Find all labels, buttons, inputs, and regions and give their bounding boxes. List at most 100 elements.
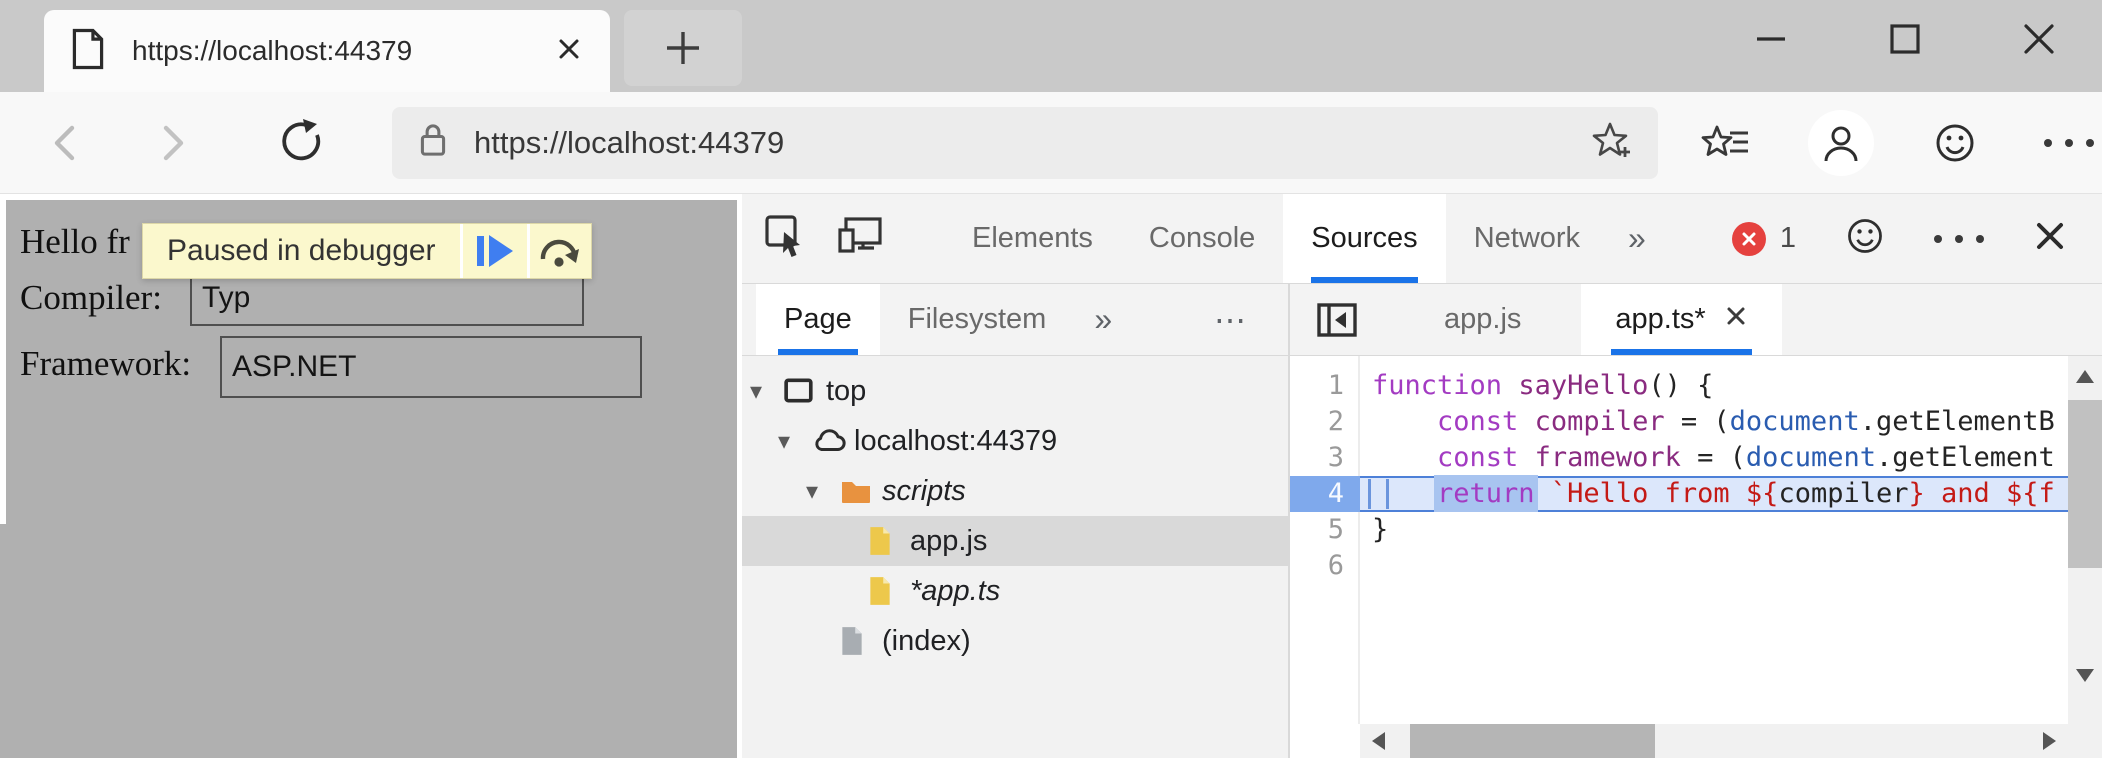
code-line[interactable]: const framework = (document.getElement bbox=[1360, 440, 2068, 476]
horizontal-scroll-thumb[interactable] bbox=[1410, 724, 1655, 758]
vertical-scroll-thumb[interactable] bbox=[2068, 400, 2102, 568]
sidebar-menu-icon[interactable]: ⋯ bbox=[1194, 284, 1288, 355]
devtools-menu-icon[interactable] bbox=[1934, 235, 1984, 243]
line-number[interactable]: 5 bbox=[1290, 512, 1360, 548]
code-line[interactable]: } bbox=[1360, 512, 2068, 548]
scroll-up-arrow[interactable] bbox=[2076, 370, 2094, 383]
tree-item-label: top bbox=[826, 375, 866, 408]
sidebar-tab-page[interactable]: Page bbox=[756, 284, 880, 355]
back-button[interactable] bbox=[44, 120, 90, 166]
tree-item-label: *app.ts bbox=[910, 575, 1000, 608]
line-number[interactable]: 3 bbox=[1290, 440, 1360, 476]
url-text[interactable]: https://localhost:44379 bbox=[474, 125, 1586, 161]
editor-tab-app.js[interactable]: app.js bbox=[1410, 284, 1555, 355]
code-line[interactable]: const compiler = (document.getElementB bbox=[1360, 404, 2068, 440]
line-number[interactable]: 1 bbox=[1290, 368, 1360, 404]
sources-panel: PageFilesystem » ⋯ ▾top▾localhost:44379▾… bbox=[742, 284, 2102, 758]
minimize-button[interactable] bbox=[1748, 16, 1794, 62]
framework-input[interactable]: ASP.NET bbox=[220, 336, 642, 398]
code-token: compiler bbox=[1778, 478, 1908, 509]
tab-close-icon[interactable] bbox=[554, 34, 584, 69]
devtools-tab-console[interactable]: Console bbox=[1121, 194, 1283, 283]
browser-tab[interactable]: https://localhost:44379 bbox=[44, 10, 610, 92]
refresh-button[interactable] bbox=[276, 118, 326, 168]
sidebar-tab-filesystem[interactable]: Filesystem bbox=[880, 284, 1075, 355]
maximize-button[interactable] bbox=[1882, 16, 1928, 62]
scrollbar-corner bbox=[2068, 724, 2102, 758]
vertical-scrollbar[interactable] bbox=[2068, 356, 2102, 724]
code-token bbox=[1518, 442, 1534, 473]
resume-icon bbox=[477, 235, 513, 267]
sidebar-tabbar: PageFilesystem » ⋯ bbox=[742, 284, 1288, 356]
new-tab-button[interactable] bbox=[624, 10, 742, 86]
sidebar-tabs: PageFilesystem bbox=[756, 284, 1074, 355]
expander-triangle-icon[interactable]: ▾ bbox=[750, 377, 784, 406]
file-ts-icon bbox=[868, 576, 910, 606]
tree-item-localhost44379[interactable]: ▾localhost:44379 bbox=[742, 416, 1288, 466]
tree-item-app.js[interactable]: app.js bbox=[742, 516, 1288, 566]
expander-triangle-icon[interactable]: ▾ bbox=[806, 477, 840, 506]
code-token: compiler bbox=[1535, 406, 1665, 437]
devtools-close-icon[interactable] bbox=[2032, 218, 2068, 259]
profile-icon[interactable] bbox=[1808, 110, 1874, 176]
close-window-button[interactable] bbox=[2016, 16, 2062, 62]
code-token: document bbox=[1730, 406, 1860, 437]
code-token bbox=[1372, 442, 1437, 473]
code-token: document bbox=[1746, 442, 1876, 473]
inspect-element-icon[interactable] bbox=[762, 212, 810, 265]
scroll-left-arrow[interactable] bbox=[1372, 732, 1385, 750]
sidebar-more-chevron[interactable]: » bbox=[1074, 284, 1132, 355]
code-line[interactable] bbox=[1360, 548, 2068, 584]
tree-item-top[interactable]: ▾ top bbox=[742, 366, 1288, 416]
code-line[interactable]: function sayHello() { bbox=[1360, 368, 2068, 404]
code-row: 2 const compiler = (document.getElementB bbox=[1290, 404, 2068, 440]
code-line[interactable]: return `Hello from ${compiler} and ${f bbox=[1360, 476, 2068, 512]
devtools-tab-elements[interactable]: Elements bbox=[944, 194, 1121, 283]
code-token: const bbox=[1437, 442, 1518, 473]
line-number[interactable]: 2 bbox=[1290, 404, 1360, 440]
step-over-button[interactable] bbox=[527, 224, 591, 278]
feedback-smiley-icon[interactable] bbox=[1922, 110, 1988, 176]
lock-icon bbox=[416, 120, 450, 165]
code-token bbox=[1372, 478, 1437, 509]
tree-item-app.ts[interactable]: *app.ts bbox=[742, 566, 1288, 616]
devtools-tab-network[interactable]: Network bbox=[1446, 194, 1608, 283]
tree-item-scripts[interactable]: ▾scripts bbox=[742, 466, 1288, 516]
forward-button[interactable] bbox=[148, 120, 194, 166]
error-badge[interactable]: 1 bbox=[1732, 222, 1796, 256]
framework-input-value: ASP.NET bbox=[232, 350, 357, 384]
close-tab-icon[interactable] bbox=[1724, 303, 1748, 336]
expander-triangle-icon[interactable]: ▾ bbox=[778, 427, 812, 456]
devtools-feedback-smiley-icon[interactable] bbox=[1844, 215, 1886, 262]
scroll-down-arrow[interactable] bbox=[2076, 669, 2094, 682]
compiler-label: Compiler: bbox=[20, 278, 162, 318]
code-row: 1function sayHello() { bbox=[1290, 368, 2068, 404]
add-favorite-icon[interactable] bbox=[1586, 116, 1634, 169]
device-emulation-icon[interactable] bbox=[836, 212, 888, 265]
error-count: 1 bbox=[1780, 222, 1796, 255]
framework-label: Framework: bbox=[20, 344, 191, 384]
file-js-icon bbox=[868, 526, 910, 556]
tree-item-index[interactable]: (index) bbox=[742, 616, 1288, 666]
code-token: function bbox=[1372, 370, 1502, 401]
line-number[interactable]: 6 bbox=[1290, 548, 1360, 584]
horizontal-scrollbar[interactable] bbox=[1360, 724, 2068, 758]
code-token bbox=[1502, 370, 1518, 401]
toggle-sidebar-icon[interactable] bbox=[1290, 284, 1384, 355]
editor-tabbar: app.js app.ts* bbox=[1290, 284, 2102, 356]
window-content: Hello fr Compiler: Typ Framework: ASP.NE… bbox=[0, 194, 2102, 758]
settings-more-icon[interactable] bbox=[2036, 110, 2102, 176]
resume-script-button[interactable] bbox=[463, 224, 527, 278]
devtools-tabs: ElementsConsoleSourcesNetwork bbox=[944, 194, 1608, 283]
editor-tab-label: app.ts* bbox=[1615, 303, 1705, 336]
line-number[interactable]: 4 bbox=[1290, 476, 1360, 512]
favorites-list-icon[interactable] bbox=[1694, 110, 1760, 176]
editor-tabs: app.js app.ts* bbox=[1384, 284, 1782, 355]
address-bar[interactable]: https://localhost:44379 bbox=[392, 107, 1658, 179]
scroll-right-arrow[interactable] bbox=[2043, 732, 2056, 750]
more-panels-chevron[interactable]: » bbox=[1608, 194, 1666, 283]
code-editor[interactable]: 1function sayHello() {2 const compiler =… bbox=[1290, 356, 2102, 758]
tree-item-label: (index) bbox=[882, 625, 971, 658]
editor-tab-app.ts[interactable]: app.ts* bbox=[1581, 284, 1781, 355]
devtools-tab-sources[interactable]: Sources bbox=[1283, 194, 1445, 283]
